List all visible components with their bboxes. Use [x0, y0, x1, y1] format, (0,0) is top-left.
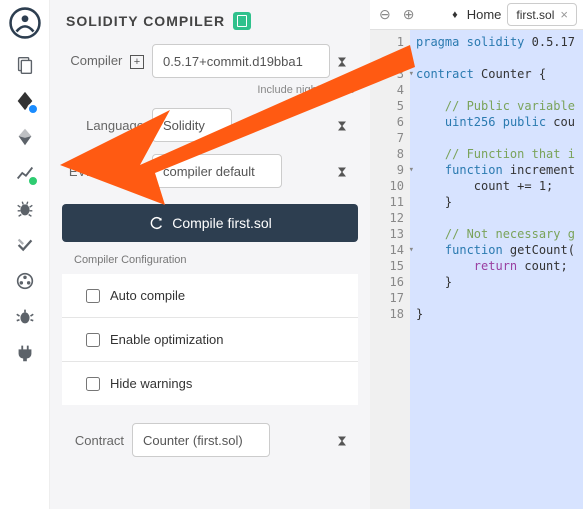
debugger-icon[interactable] [14, 198, 36, 220]
home-eth-icon[interactable]: ♦ [452, 9, 458, 21]
language-label: Language [64, 118, 144, 133]
evm-select[interactable]: compiler default [152, 154, 282, 188]
plugin-icon[interactable] [14, 342, 36, 364]
hide-warnings-checkbox[interactable] [86, 377, 100, 391]
compiler-label: Compiler + [64, 53, 144, 70]
evm-label: EVM Version [64, 164, 144, 179]
source-code[interactable]: pragma solidity 0.5.17 contract Counter … [410, 30, 583, 509]
compiler-icon[interactable] [14, 90, 36, 112]
zoom-in-icon[interactable]: ⊕ [400, 6, 418, 23]
file-explorer-icon[interactable] [14, 54, 36, 76]
add-compiler-icon[interactable]: + [130, 55, 144, 69]
deploy-icon[interactable] [14, 126, 36, 148]
contract-label: Contract [64, 433, 124, 448]
test-icon[interactable] [14, 234, 36, 256]
auto-compile-checkbox[interactable] [86, 289, 100, 303]
config-header: Compiler Configuration [50, 250, 370, 274]
compiler-refresh-badge [27, 103, 39, 115]
icon-sidebar [0, 0, 50, 509]
nightly-hint: Include nightly build [50, 84, 370, 102]
tabbar: ⊖ ⊕ ♦ Home first.sol × [370, 0, 583, 30]
compiler-panel: SOLIDITY COMPILER Compiler + 0.5.17+comm… [50, 0, 370, 509]
analysis-icon[interactable] [14, 162, 36, 184]
optimize-label: Enable optimization [110, 332, 223, 347]
code-editor[interactable]: 123456789101112131415161718 pragma solid… [370, 30, 583, 509]
contract-select[interactable]: Counter (first.sol) [132, 423, 270, 457]
analysis-ok-badge [27, 175, 39, 187]
home-tab[interactable]: Home [467, 7, 502, 22]
editor-area: ⊖ ⊕ ♦ Home first.sol × 12345678910111213… [370, 0, 583, 509]
close-tab-icon[interactable]: × [560, 7, 568, 22]
docs-icon[interactable] [233, 12, 251, 30]
compiler-select[interactable]: 0.5.17+commit.d19bba1 [152, 44, 330, 78]
hide-warnings-label: Hide warnings [110, 376, 192, 391]
auto-compile-label: Auto compile [110, 288, 185, 303]
line-gutter: 123456789101112131415161718 [370, 30, 410, 509]
bug-icon[interactable] [14, 306, 36, 328]
remix-logo-icon [8, 6, 42, 40]
gist-icon[interactable] [14, 270, 36, 292]
language-select[interactable]: Solidity [152, 108, 232, 142]
tab-first-sol[interactable]: first.sol × [507, 3, 577, 26]
compile-button[interactable]: Compile first.sol [62, 204, 358, 242]
optimize-checkbox[interactable] [86, 333, 100, 347]
zoom-out-icon[interactable]: ⊖ [376, 6, 394, 23]
panel-title: SOLIDITY COMPILER [66, 13, 225, 29]
